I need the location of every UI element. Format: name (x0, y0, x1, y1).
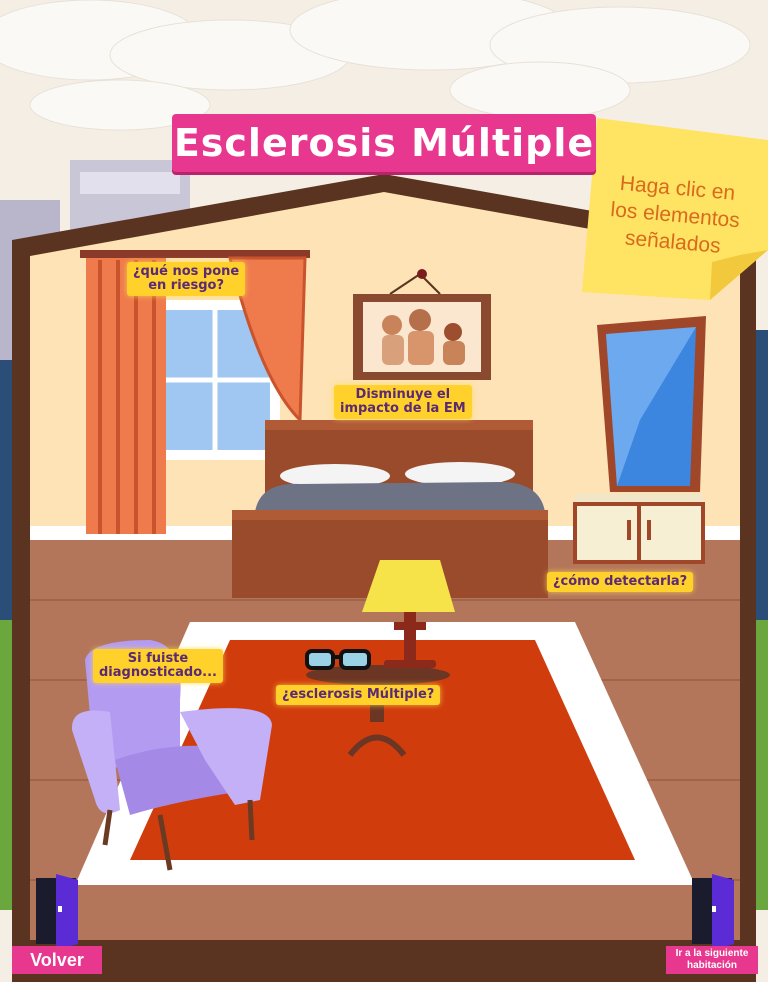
hotspot-detectarla-line-1: ¿cómo detectarla? (553, 574, 688, 589)
hotspot-riesgo-line-2: en riesgo? (148, 278, 224, 293)
hotspot-diagnosticado-line-2: diagnosticado... (99, 665, 217, 680)
hotspot-diagnosticado-line-1: Si fuiste (127, 651, 189, 666)
next-room-label-line-1: Ir a la siguiente (675, 948, 749, 959)
hotspot-riesgo[interactable]: ¿qué nos pone en riesgo? (127, 262, 246, 296)
hotspot-esclerosis[interactable]: ¿esclerosis Múltiple? (276, 685, 441, 705)
next-room-button[interactable]: Ir a la siguiente habitación (666, 870, 758, 974)
hotspot-impacto-line-2: impacto de la EM (340, 401, 466, 416)
hotspot-impacto[interactable]: Disminuye el impacto de la EM (334, 385, 472, 419)
instruction-text: Haga clic en los elementos señalados (593, 168, 757, 262)
hotspot-detectarla[interactable]: ¿cómo detectarla? (547, 572, 694, 592)
next-room-button-label: Ir a la siguiente habitación (666, 946, 758, 974)
hotspot-riesgo-line-1: ¿qué nos pone (133, 264, 240, 279)
hotspot-diagnosticado[interactable]: Si fuiste diagnosticado... (93, 649, 223, 683)
hotspot-impacto-line-1: Disminuye el (355, 387, 451, 402)
back-button[interactable]: Volver (12, 870, 102, 974)
back-button-label: Volver (12, 946, 102, 974)
page-title: Esclerosis Múltiple (172, 114, 596, 172)
next-room-label-line-2: habitación (686, 960, 737, 971)
hotspot-esclerosis-line-1: ¿esclerosis Múltiple? (282, 687, 435, 702)
